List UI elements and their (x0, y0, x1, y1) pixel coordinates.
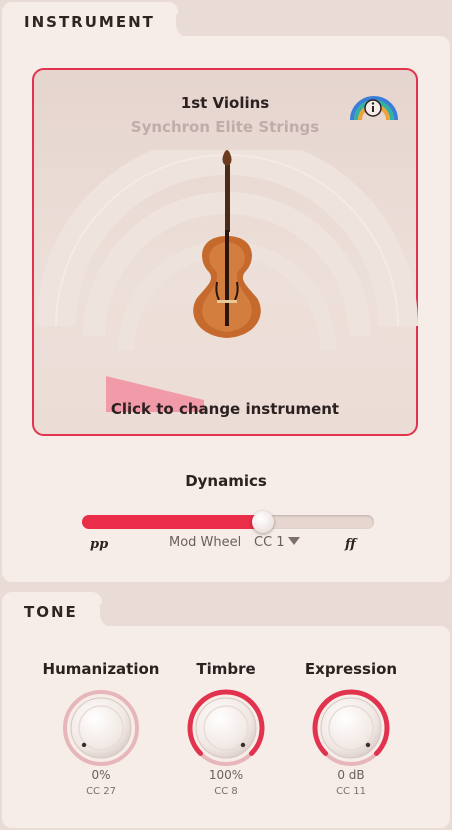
knob-body (195, 697, 257, 759)
tab-corner (176, 14, 200, 38)
knob-body (320, 697, 382, 759)
expression-cc: CC 11 (336, 786, 366, 797)
dynamics-title: Dynamics (185, 472, 267, 490)
knob-indicator-dot (81, 742, 87, 748)
humanization-cc: CC 27 (86, 786, 116, 797)
dynamics-max-label: ff (345, 537, 356, 552)
triangle-down-icon (287, 537, 300, 545)
humanization-value: 0% (91, 768, 111, 782)
dynamics-slider-thumb[interactable] (252, 511, 274, 533)
expression-title: Expression (304, 660, 398, 678)
humanization-title: Humanization (42, 660, 160, 678)
knob-indicator-dot (365, 742, 371, 748)
timbre-title: Timbre (196, 660, 256, 678)
tone-tab-label: TONE (24, 603, 78, 621)
expression-value: 0 dB (337, 768, 365, 782)
timbre-cc: CC 8 (214, 786, 238, 797)
controller-label: Mod Wheel (169, 535, 242, 550)
humanization-knob[interactable] (61, 688, 141, 768)
knob-body (70, 697, 132, 759)
expression-knob[interactable] (311, 688, 391, 768)
info-icon[interactable] (348, 84, 402, 124)
timbre-value: 100% (208, 768, 244, 782)
instrument-tab-label: INSTRUMENT (24, 13, 155, 31)
dynamics-min-label: pp (90, 537, 109, 552)
dynamic-arc-display (36, 150, 418, 412)
change-instrument-hint: Click to change instrument (110, 400, 340, 418)
knob-indicator-dot (240, 742, 246, 748)
cc-dropdown-value: CC 1 (254, 535, 285, 550)
tab-corner (100, 604, 124, 628)
instrument-selector[interactable]: 1st Violins Synchron Elite Strings Click… (32, 68, 418, 436)
dynamics-slider-fill (82, 515, 267, 529)
dynamics-slider[interactable] (82, 511, 374, 533)
timbre-knob[interactable] (186, 688, 266, 768)
cc-dropdown[interactable]: CC 1 (254, 535, 300, 550)
